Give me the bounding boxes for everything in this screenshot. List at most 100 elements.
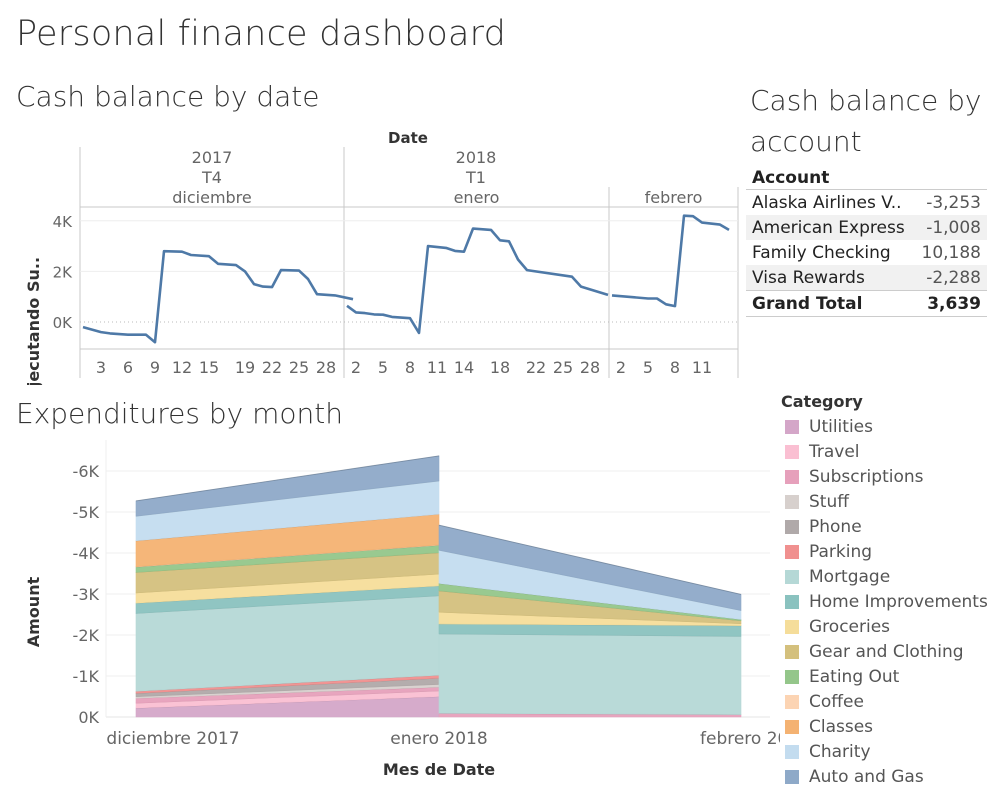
x-tick-label: 25	[289, 358, 309, 377]
year-header: 2018	[456, 148, 497, 167]
area-chart-layers[interactable]	[135, 455, 742, 718]
legend-item[interactable]: Subscriptions	[781, 464, 988, 489]
quarter-header: T4	[201, 168, 222, 187]
legend-swatch-icon	[785, 519, 799, 534]
account-name: American Express	[746, 215, 915, 240]
legend-item[interactable]: Auto and Gas	[781, 764, 988, 789]
legend-item[interactable]: Stuff	[781, 489, 988, 514]
y-tick-label: 2K	[53, 263, 74, 281]
legend-swatch-icon	[785, 769, 799, 784]
account-name: Visa Rewards	[746, 265, 915, 291]
area-chart-y-ticks: -6K -5K -4K -3K -2K -1K 0K	[73, 462, 100, 727]
legend-swatch-icon	[785, 419, 799, 434]
legend-label: Home Improvements	[809, 591, 988, 612]
x-tick-label: 22	[526, 358, 546, 377]
legend-swatch-icon	[785, 719, 799, 734]
month-header: enero	[454, 188, 500, 207]
legend-swatch-icon	[785, 669, 799, 684]
grand-total-label: Grand Total	[746, 290, 915, 317]
line-chart-series[interactable]	[82, 214, 730, 344]
legend-label: Mortgage	[809, 566, 891, 587]
expenditures-title: Expenditures by month	[16, 397, 344, 430]
legend-item[interactable]: Home Improvements	[781, 589, 988, 614]
legend-item[interactable]: Mortgage	[781, 564, 988, 589]
legend-swatch-icon	[785, 544, 799, 559]
legend-label: Gear and Clothing	[809, 641, 964, 662]
x-tick-label: 19	[235, 358, 255, 377]
table-row[interactable]: Family Checking 10,188	[746, 240, 987, 265]
x-tick-label: 9	[150, 358, 160, 377]
table-row[interactable]: Alaska Airlines V.. -3,253	[746, 190, 987, 216]
x-tick-label: febrero 2018	[700, 729, 780, 749]
legend-label: Subscriptions	[809, 466, 924, 487]
y-tick-label: -2K	[73, 626, 100, 645]
cash-by-account-table: Account Alaska Airlines V.. -3,253 Americ…	[746, 166, 987, 317]
x-tick-label: 11	[427, 358, 447, 377]
x-tick-label: 5	[378, 358, 388, 377]
legend-item[interactable]: Groceries	[781, 614, 988, 639]
expenditures-area-chart[interactable]: -6K -5K -4K -3K -2K -1K 0K diciembre 2017 enero…	[0, 440, 780, 800]
table-row[interactable]: American Express -1,008	[746, 215, 987, 240]
legend-label: Parking	[809, 541, 873, 562]
x-tick-label: 6	[123, 358, 133, 377]
x-tick-label: 2	[351, 358, 361, 377]
dashboard-title: Personal finance dashboard	[16, 14, 507, 54]
category-legend[interactable]: Category Utilities Travel Subscriptions Stu…	[781, 392, 988, 789]
y-tick-label: 0K	[78, 708, 99, 727]
cash-line-diciembre[interactable]	[82, 249, 354, 344]
account-value: -2,288	[914, 265, 987, 291]
y-tick-label: -3K	[73, 585, 100, 604]
x-tick-label: 28	[316, 358, 336, 377]
x-tick-label: 15	[199, 358, 219, 377]
area-layer-mortgage[interactable]	[438, 633, 742, 715]
line-chart-headers: 2017T4 2018T1 diciembre enero febrero	[172, 148, 702, 207]
legend-item[interactable]: Coffee	[781, 689, 988, 714]
cash-by-date-title: Cash balance by date	[16, 80, 320, 113]
y-tick-label: 4K	[53, 213, 74, 231]
cash-line-enero[interactable]	[346, 227, 609, 335]
year-header: 2017	[192, 148, 233, 167]
legend-item[interactable]: Classes	[781, 714, 988, 739]
legend-item[interactable]: Gear and Clothing	[781, 639, 988, 664]
legend-label: Utilities	[809, 416, 873, 437]
x-tick-label: 8	[405, 358, 415, 377]
line-chart-grid	[80, 220, 738, 323]
x-tick-label: 28	[580, 358, 600, 377]
legend-item[interactable]: Travel	[781, 439, 988, 464]
legend-item[interactable]: Charity	[781, 739, 988, 764]
legend-label: Charity	[809, 741, 871, 762]
legend-swatch-icon	[785, 569, 799, 584]
line-chart-y-axis-title: Ejecutando Su..	[24, 257, 43, 385]
x-tick-label: enero 2018	[390, 729, 487, 749]
date-header-label: Date	[388, 129, 428, 147]
x-tick-label: 25	[553, 358, 573, 377]
x-tick-label: 22	[262, 358, 282, 377]
account-value: -3,253	[926, 192, 981, 213]
legend-item[interactable]: Phone	[781, 514, 988, 539]
grand-total-value: 3,639	[914, 290, 987, 317]
y-tick-label: 0K	[53, 314, 74, 332]
legend-item[interactable]: Eating Out	[781, 664, 988, 689]
cash-balance-line-chart[interactable]: Date 2017T4 2018T1 diciembre enero febrero 4…	[0, 120, 745, 385]
x-tick-label: 2	[616, 358, 626, 377]
cash-line-febrero[interactable]	[611, 214, 730, 308]
area-chart-x-ticks: diciembre 2017 enero 2018 febrero 2018	[106, 729, 780, 749]
table-row[interactable]: Visa Rewards -2,288	[746, 265, 987, 291]
legend-label: Groceries	[809, 616, 891, 637]
area-chart-x-axis-title: Mes de Date	[383, 760, 495, 779]
grand-total-row: Grand Total 3,639	[746, 290, 987, 317]
legend-label: Stuff	[809, 491, 849, 512]
legend-item[interactable]: Utilities	[781, 414, 988, 439]
legend-swatch-icon	[785, 619, 799, 634]
legend-swatch-icon	[785, 494, 799, 509]
legend-item[interactable]: Parking	[781, 539, 988, 564]
x-tick-label: 3	[96, 358, 106, 377]
x-tick-label: 11	[692, 358, 712, 377]
x-tick-label: 5	[643, 358, 653, 377]
x-tick-label: 12	[172, 358, 192, 377]
x-tick-label: diciembre 2017	[106, 729, 239, 749]
x-tick-label: 14	[454, 358, 474, 377]
account-column-header: Account	[746, 166, 987, 190]
legend-swatch-icon	[785, 744, 799, 759]
area-chart-y-axis-title: Amount	[24, 576, 43, 647]
